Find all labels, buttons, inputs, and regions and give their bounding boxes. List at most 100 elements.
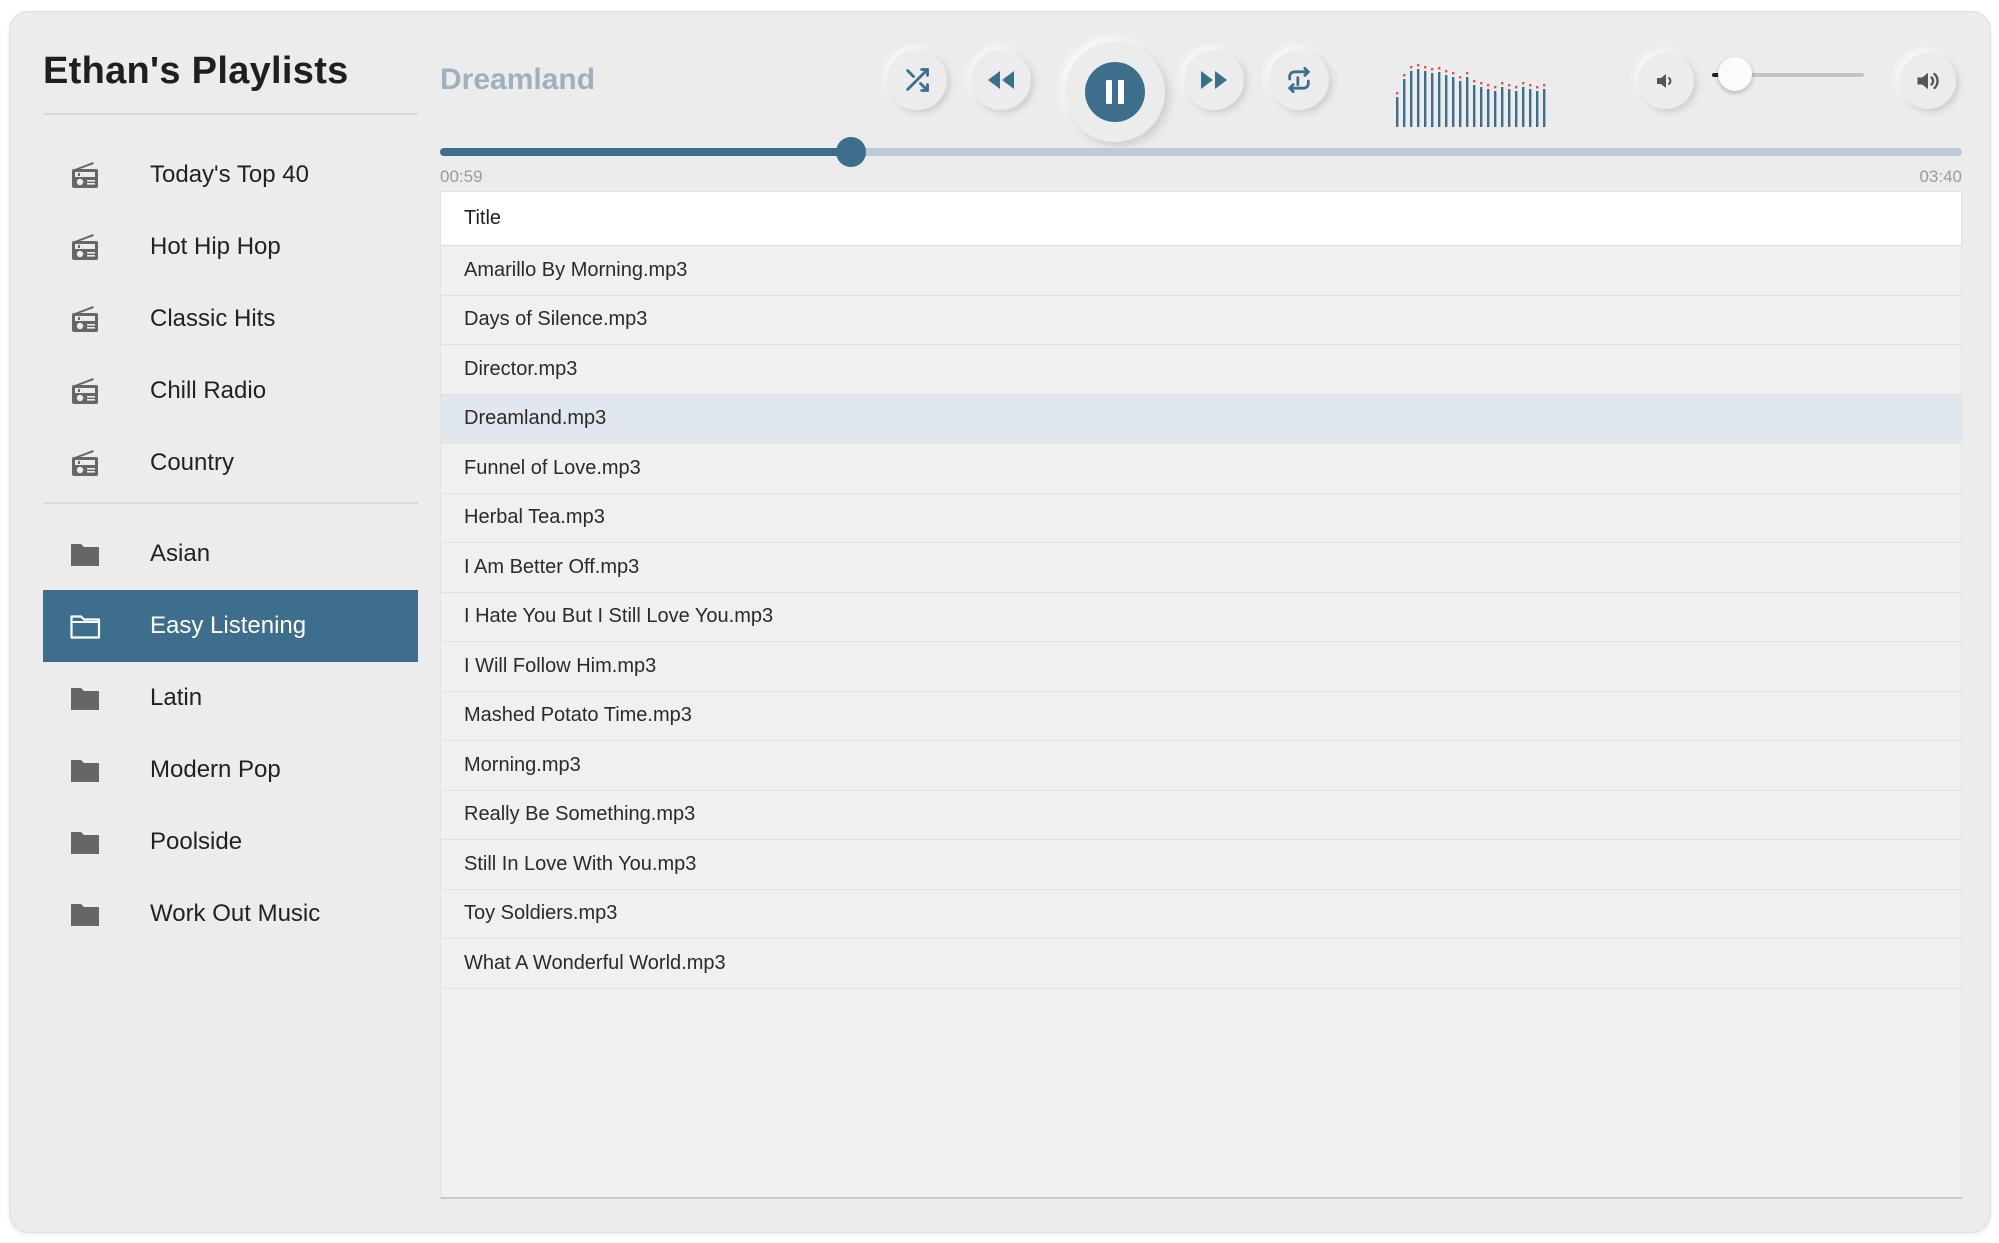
volume-up-button[interactable]	[1900, 53, 1956, 109]
visualizer-peak	[1522, 82, 1525, 85]
radio-station-item-today-s-top-40[interactable]: Today's Top 40	[43, 139, 418, 211]
visualizer-peak	[1459, 76, 1462, 79]
pause-icon	[1106, 80, 1124, 104]
visualizer-peak	[1417, 64, 1420, 67]
progress-slider[interactable]	[440, 137, 1962, 167]
progress-slider-fill	[440, 148, 851, 156]
track-row[interactable]: Days of Silence.mp3	[441, 296, 1961, 345]
visualizer-peak	[1480, 82, 1483, 85]
now-playing-title: Dreamland	[440, 63, 596, 96]
track-row[interactable]: Still In Love With You.mp3	[441, 840, 1961, 890]
visualizer-bar	[1480, 87, 1483, 127]
visualizer-peak	[1536, 86, 1539, 89]
folder-icon	[69, 754, 101, 786]
track-row[interactable]: Funnel of Love.mp3	[441, 444, 1961, 494]
visualizer-bar	[1431, 73, 1434, 127]
volume-down-button[interactable]	[1638, 53, 1694, 109]
radio-station-item-country[interactable]: Country	[43, 427, 418, 499]
sidebar-divider-middle	[43, 502, 418, 504]
radio-icon	[69, 159, 101, 191]
visualizer-bar	[1487, 89, 1490, 127]
visualizer-bar	[1515, 91, 1518, 127]
radio-station-item-label: Hot Hip Hop	[150, 233, 281, 260]
track-row[interactable]: Amarillo By Morning.mp3	[441, 246, 1961, 296]
visualizer-bar	[1403, 79, 1406, 127]
track-row[interactable]: I Am Better Off.mp3	[441, 543, 1961, 593]
playlist-item-poolside[interactable]: Poolside	[43, 806, 418, 878]
radio-station-item-label: Classic Hits	[150, 305, 276, 332]
rewind-button[interactable]	[971, 50, 1031, 110]
visualizer-bar	[1445, 75, 1448, 127]
track-row[interactable]: Herbal Tea.mp3	[441, 494, 1961, 543]
radio-station-list: Today's Top 40 Hot Hip Hop Classic Hits Chi…	[43, 139, 418, 499]
visualizer-peak	[1396, 92, 1399, 95]
visualizer-bar	[1508, 89, 1511, 127]
playlist-item-work-out-music[interactable]: Work Out Music	[43, 878, 418, 950]
fast-forward-button[interactable]	[1184, 50, 1244, 110]
visualizer-bar	[1536, 91, 1539, 127]
folder-icon	[69, 898, 101, 930]
playlist-item-label: Asian	[150, 540, 211, 567]
playlist-list: Asian Easy Listening Latin Modern Pop Poolsi…	[43, 518, 418, 950]
track-row[interactable]: Really Be Something.mp3	[441, 791, 1961, 840]
track-row[interactable]: Mashed Potato Time.mp3	[441, 692, 1961, 741]
radio-station-item-classic-hits[interactable]: Classic Hits	[43, 283, 418, 355]
total-time: 03:40	[1919, 167, 1962, 186]
visualizer-peak	[1445, 70, 1448, 73]
visualizer-peak	[1515, 86, 1518, 89]
radio-icon	[69, 375, 101, 407]
shuffle-button[interactable]	[887, 50, 947, 110]
visualizer-bar	[1473, 85, 1476, 127]
visualizer-bar	[1466, 77, 1469, 127]
visualizer-peak	[1466, 72, 1469, 75]
visualizer-peak	[1473, 80, 1476, 83]
visualizer-peak	[1501, 82, 1504, 85]
repeat-button[interactable]	[1269, 50, 1329, 110]
playlist-item-asian[interactable]: Asian	[43, 518, 418, 590]
radio-station-item-chill-radio[interactable]: Chill Radio	[43, 355, 418, 427]
volume-slider-handle[interactable]	[1717, 57, 1752, 91]
track-row[interactable]: Morning.mp3	[441, 741, 1961, 791]
title-column-header[interactable]: Title	[441, 192, 1961, 246]
visualizer-peak	[1487, 84, 1490, 87]
radio-icon	[69, 447, 101, 479]
radio-icon	[69, 303, 101, 335]
track-row[interactable]: I Hate You But I Still Love You.mp3	[441, 593, 1961, 642]
volume-slider[interactable]	[1712, 57, 1864, 91]
folder-icon	[69, 826, 101, 858]
current-time: 00:59	[440, 167, 483, 186]
radio-icon	[69, 231, 101, 263]
visualizer-bar	[1417, 69, 1420, 127]
track-row[interactable]: Dreamland.mp3	[441, 394, 1961, 444]
visualizer-peak	[1508, 84, 1511, 87]
visualizer-bar	[1438, 72, 1441, 127]
playlist-item-latin[interactable]: Latin	[43, 662, 418, 734]
playlist-item-label: Latin	[150, 684, 203, 711]
track-row[interactable]: I Will Follow Him.mp3	[441, 642, 1961, 692]
playlist-item-easy-listening[interactable]: Easy Listening	[43, 590, 418, 662]
visualizer-bar	[1396, 97, 1399, 127]
folder-icon	[69, 682, 101, 714]
visualizer-bar	[1522, 87, 1525, 127]
play-pause-button[interactable]	[1065, 42, 1165, 142]
radio-station-item-label: Today's Top 40	[150, 161, 309, 188]
visualizer-peak	[1410, 66, 1413, 69]
fast-forward-icon	[1201, 71, 1227, 89]
track-row[interactable]: What A Wonderful World.mp3	[441, 939, 1961, 989]
track-row[interactable]: Director.mp3	[441, 345, 1961, 395]
progress-slider-handle[interactable]	[835, 137, 866, 167]
playlist-item-label: Modern Pop	[150, 756, 281, 783]
visualizer-bar	[1543, 89, 1546, 127]
visualizer-peak	[1543, 84, 1546, 87]
playlist-item-modern-pop[interactable]: Modern Pop	[43, 734, 418, 806]
visualizer-bar	[1452, 77, 1455, 127]
music-player-window: Ethan's Playlists Today's Top 40 Hot Hip …	[10, 12, 1990, 1232]
rewind-icon	[988, 71, 1014, 89]
track-row[interactable]: Toy Soldiers.mp3	[441, 890, 1961, 939]
radio-station-item-hot-hip-hop[interactable]: Hot Hip Hop	[43, 211, 418, 283]
visualizer-peak	[1431, 68, 1434, 71]
visualizer-bar	[1459, 81, 1462, 127]
visualizer-peak	[1438, 67, 1441, 70]
sidebar-title: Ethan's Playlists	[43, 50, 349, 92]
radio-station-item-label: Chill Radio	[150, 377, 267, 404]
